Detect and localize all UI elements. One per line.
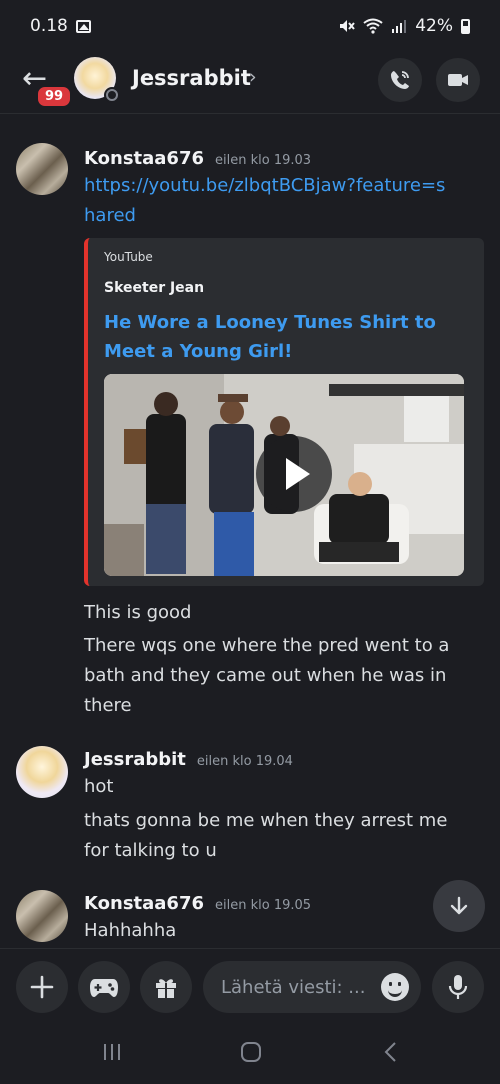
- embed-provider: YouTube: [104, 250, 153, 264]
- message-field[interactable]: [203, 961, 421, 1013]
- message-header: Konstaa676 eilen klo 19.03: [84, 148, 311, 169]
- battery-percent: 42%: [415, 16, 453, 36]
- battery-icon: [461, 18, 470, 34]
- avatar[interactable]: [74, 57, 120, 103]
- back-nav-icon[interactable]: [379, 1040, 403, 1064]
- unread-badge: 99: [35, 84, 74, 109]
- microphone-icon: [448, 975, 468, 999]
- status-icons: 42%: [337, 16, 470, 36]
- video-thumbnail[interactable]: [104, 374, 464, 576]
- timestamp: eilen klo 19.04: [196, 754, 293, 769]
- wifi-icon: [363, 18, 383, 34]
- mute-icon: [340, 20, 355, 32]
- embed-author[interactable]: Skeeter Jean: [104, 280, 204, 296]
- composer-bar: [0, 948, 500, 1024]
- channel-title[interactable]: Jessrabbit: [132, 66, 251, 90]
- home-icon[interactable]: [239, 1040, 263, 1064]
- message-text: There wqs one where the pred went to a b…: [84, 635, 450, 716]
- status-indicator: [104, 87, 120, 103]
- message-input[interactable]: [221, 961, 371, 1013]
- link-embed: YouTube Skeeter Jean He Wore a Looney Tu…: [84, 238, 484, 586]
- username[interactable]: Konstaa676: [84, 893, 204, 914]
- timestamp: eilen klo 19.03: [215, 153, 312, 168]
- status-bar: 0.18 42%: [0, 0, 500, 52]
- gamepad-icon: [90, 979, 118, 997]
- jump-to-present-button[interactable]: [433, 880, 485, 932]
- avatar[interactable]: [16, 746, 68, 798]
- message-text: thats gonna be me when they arrest me fo…: [84, 810, 448, 861]
- chat-header: ← 99 Jessrabbit ›: [0, 52, 500, 114]
- chevron-down-icon: [450, 896, 468, 915]
- activities-button[interactable]: [78, 961, 130, 1013]
- call-icon: [391, 71, 409, 89]
- message-text: This is good: [84, 602, 192, 623]
- video-icon: [448, 74, 468, 86]
- embed-title[interactable]: He Wore a Looney Tunes Shirt to Meet a Y…: [104, 308, 474, 366]
- attach-button[interactable]: [16, 961, 68, 1013]
- gift-button[interactable]: [140, 961, 192, 1013]
- avatar[interactable]: [16, 890, 68, 942]
- status-time: 0.18: [30, 16, 68, 36]
- status-time-group: 0.18: [30, 16, 91, 36]
- image-icon: [75, 19, 91, 33]
- recent-apps-icon[interactable]: [100, 1040, 124, 1064]
- avatar[interactable]: [16, 143, 68, 195]
- message-header: Konstaa676 eilen klo 19.05: [84, 893, 311, 914]
- emoji-icon[interactable]: [381, 973, 409, 1001]
- username[interactable]: Jessrabbit: [84, 749, 186, 770]
- call-button[interactable]: [378, 58, 422, 102]
- video-button[interactable]: [436, 58, 480, 102]
- timestamp: eilen klo 19.05: [215, 898, 312, 913]
- signal-icon: [392, 20, 407, 33]
- message-link[interactable]: https://youtu.be/zlbqtBCBjaw?feature=sha…: [84, 171, 454, 231]
- username[interactable]: Konstaa676: [84, 148, 204, 169]
- message-text: hot: [84, 776, 114, 797]
- voice-message-button[interactable]: [432, 961, 484, 1013]
- play-icon[interactable]: [256, 436, 332, 512]
- plus-icon: [30, 975, 54, 999]
- chevron-right-icon[interactable]: ›: [249, 66, 257, 88]
- message-text: Hahhahha: [84, 920, 177, 941]
- gift-icon: [156, 979, 176, 998]
- message-header: Jessrabbit eilen klo 19.04: [84, 749, 293, 770]
- system-nav-bar: [0, 1024, 500, 1084]
